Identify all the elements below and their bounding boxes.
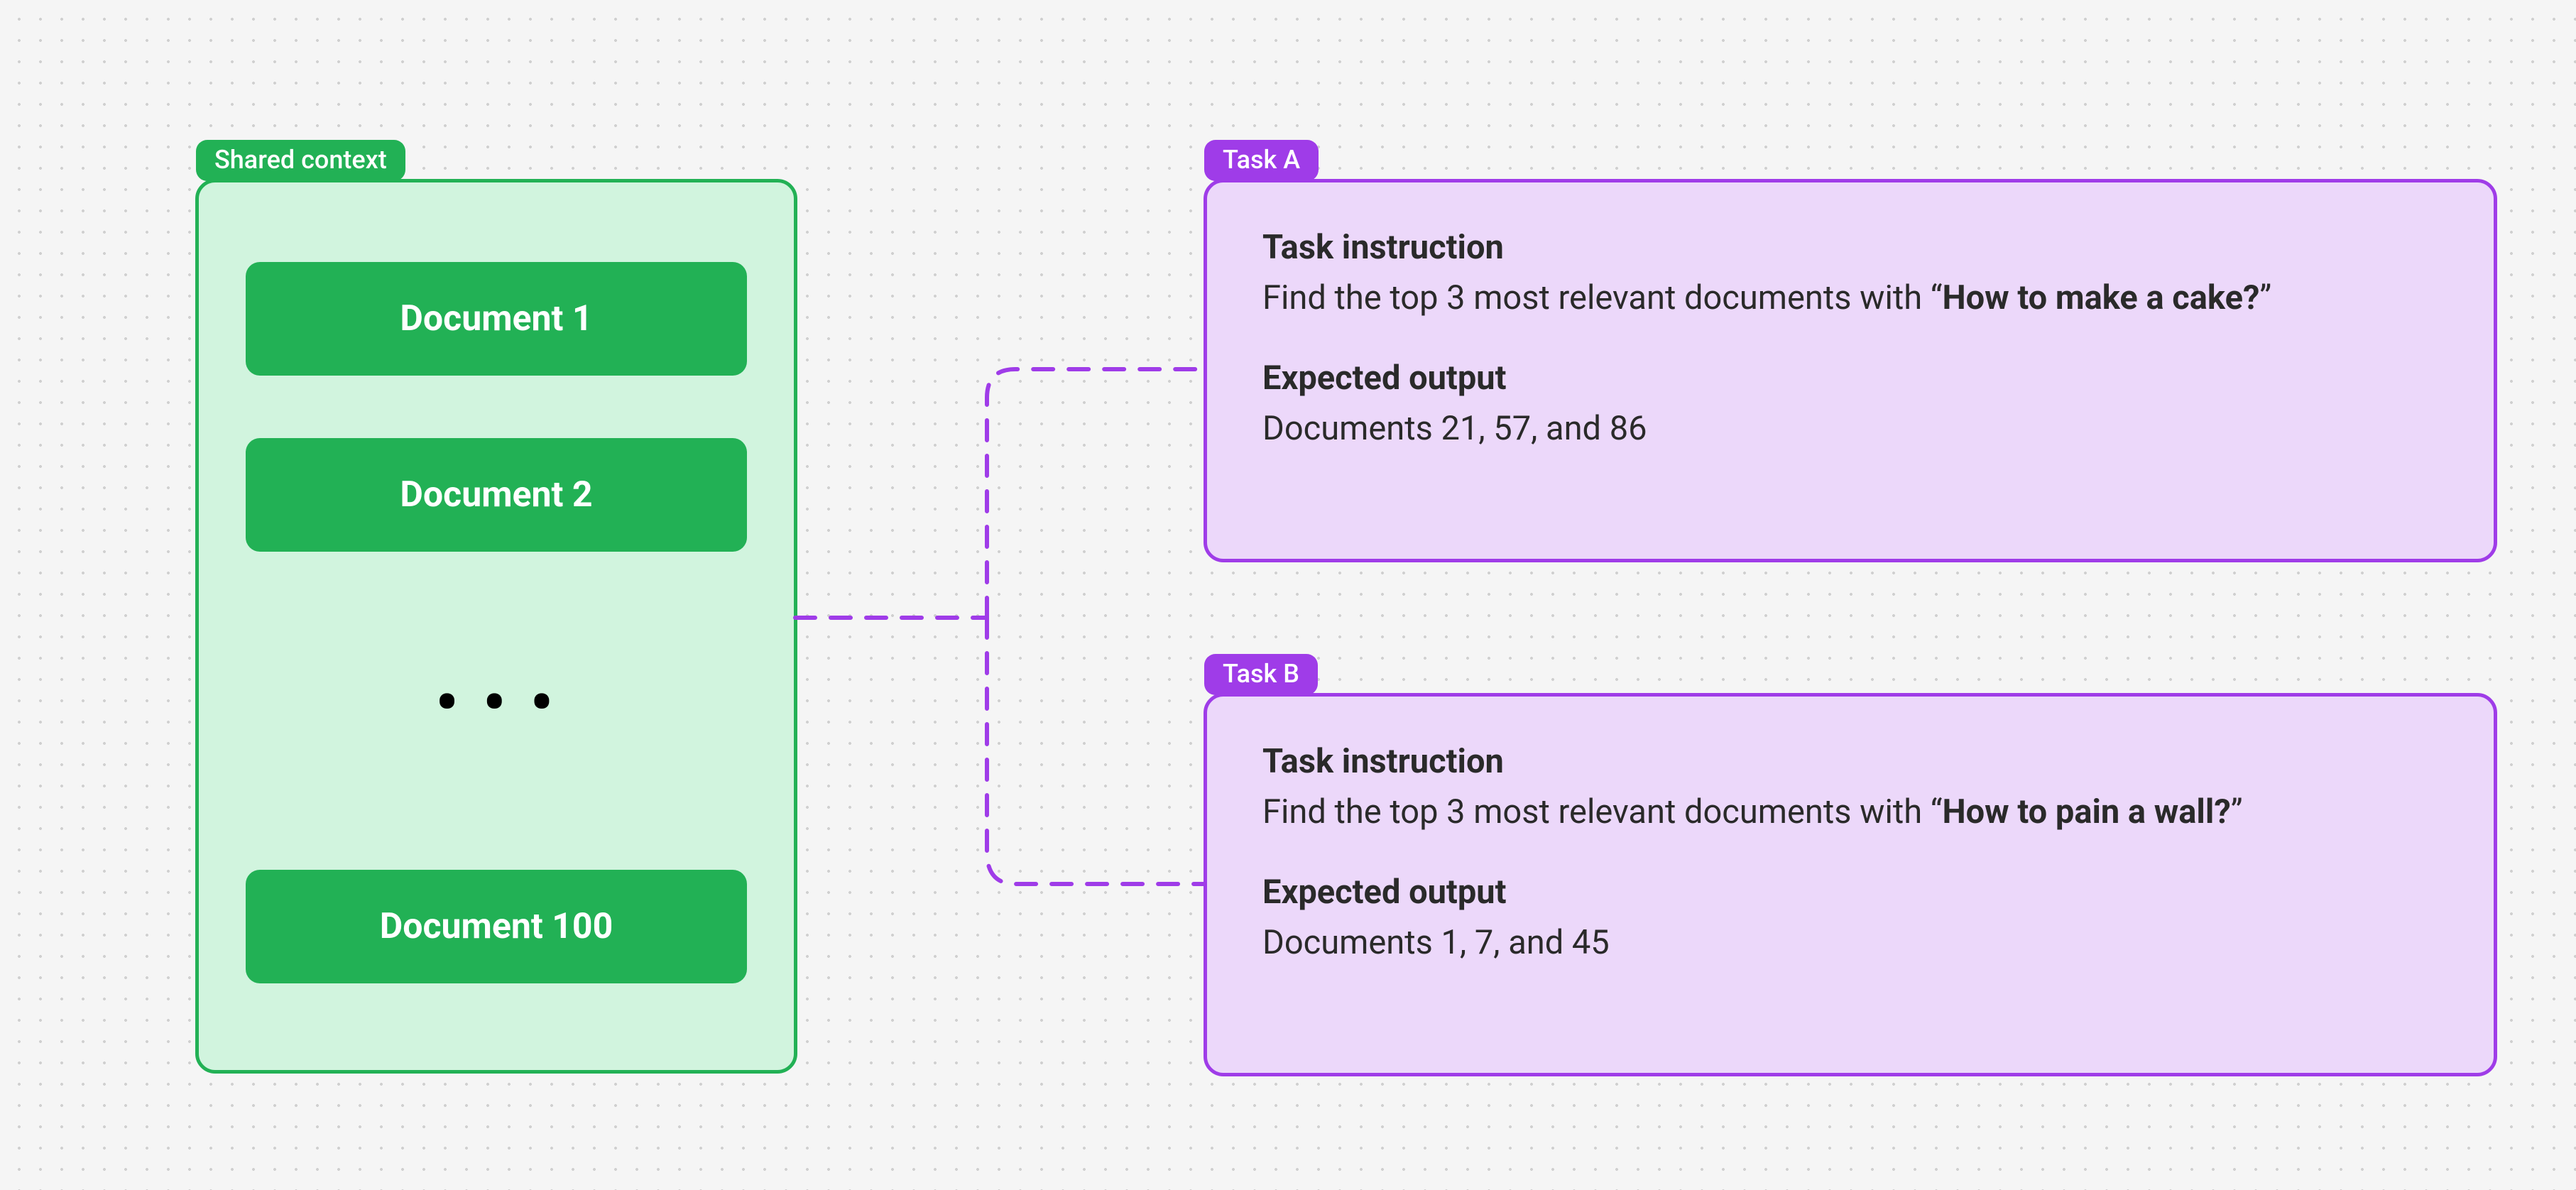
expected-output-label: Expected output	[1262, 873, 2438, 912]
diagram-canvas: Shared context Document 1 Document 2 • •…	[0, 0, 2576, 1190]
document-pill-100: Document 100	[246, 870, 747, 983]
expected-output-label: Expected output	[1262, 359, 2438, 398]
task-b-panel: Task B Task instruction Find the top 3 m…	[1204, 693, 2497, 1076]
task-a-tag: Task A	[1204, 140, 1319, 181]
instruction-prefix: Find the top 3 most relevant documents w…	[1262, 278, 1942, 317]
expected-output-text: Documents 21, 57, and 86	[1262, 406, 2438, 451]
instruction-query: How to make a cake?	[1942, 278, 2259, 317]
task-a-panel: Task A Task instruction Find the top 3 m…	[1204, 179, 2497, 562]
task-instruction-label: Task instruction	[1262, 742, 2438, 781]
shared-context-panel: Shared context Document 1 Document 2 • •…	[195, 179, 797, 1074]
instruction-suffix: ”	[2259, 278, 2271, 317]
task-instruction-text: Find the top 3 most relevant documents w…	[1262, 275, 2438, 320]
connector-lines	[795, 178, 1207, 1086]
task-instruction-label: Task instruction	[1262, 228, 2438, 267]
ellipsis-dots: • • •	[199, 665, 794, 740]
instruction-prefix: Find the top 3 most relevant documents w…	[1262, 792, 1942, 831]
task-b-output-block: Expected output Documents 1, 7, and 45	[1262, 873, 2438, 965]
task-b-tag: Task B	[1204, 654, 1318, 695]
document-pill-2: Document 2	[246, 438, 747, 552]
task-a-instruction-block: Task instruction Find the top 3 most rel…	[1262, 228, 2438, 320]
task-instruction-text: Find the top 3 most relevant documents w…	[1262, 790, 2438, 834]
shared-context-tag: Shared context	[196, 140, 405, 181]
task-a-output-block: Expected output Documents 21, 57, and 86	[1262, 359, 2438, 451]
instruction-query: How to pain a wall?	[1942, 792, 2230, 831]
expected-output-text: Documents 1, 7, and 45	[1262, 920, 2438, 965]
instruction-suffix: ”	[2231, 792, 2243, 831]
document-pill-1: Document 1	[246, 262, 747, 376]
task-b-instruction-block: Task instruction Find the top 3 most rel…	[1262, 742, 2438, 834]
